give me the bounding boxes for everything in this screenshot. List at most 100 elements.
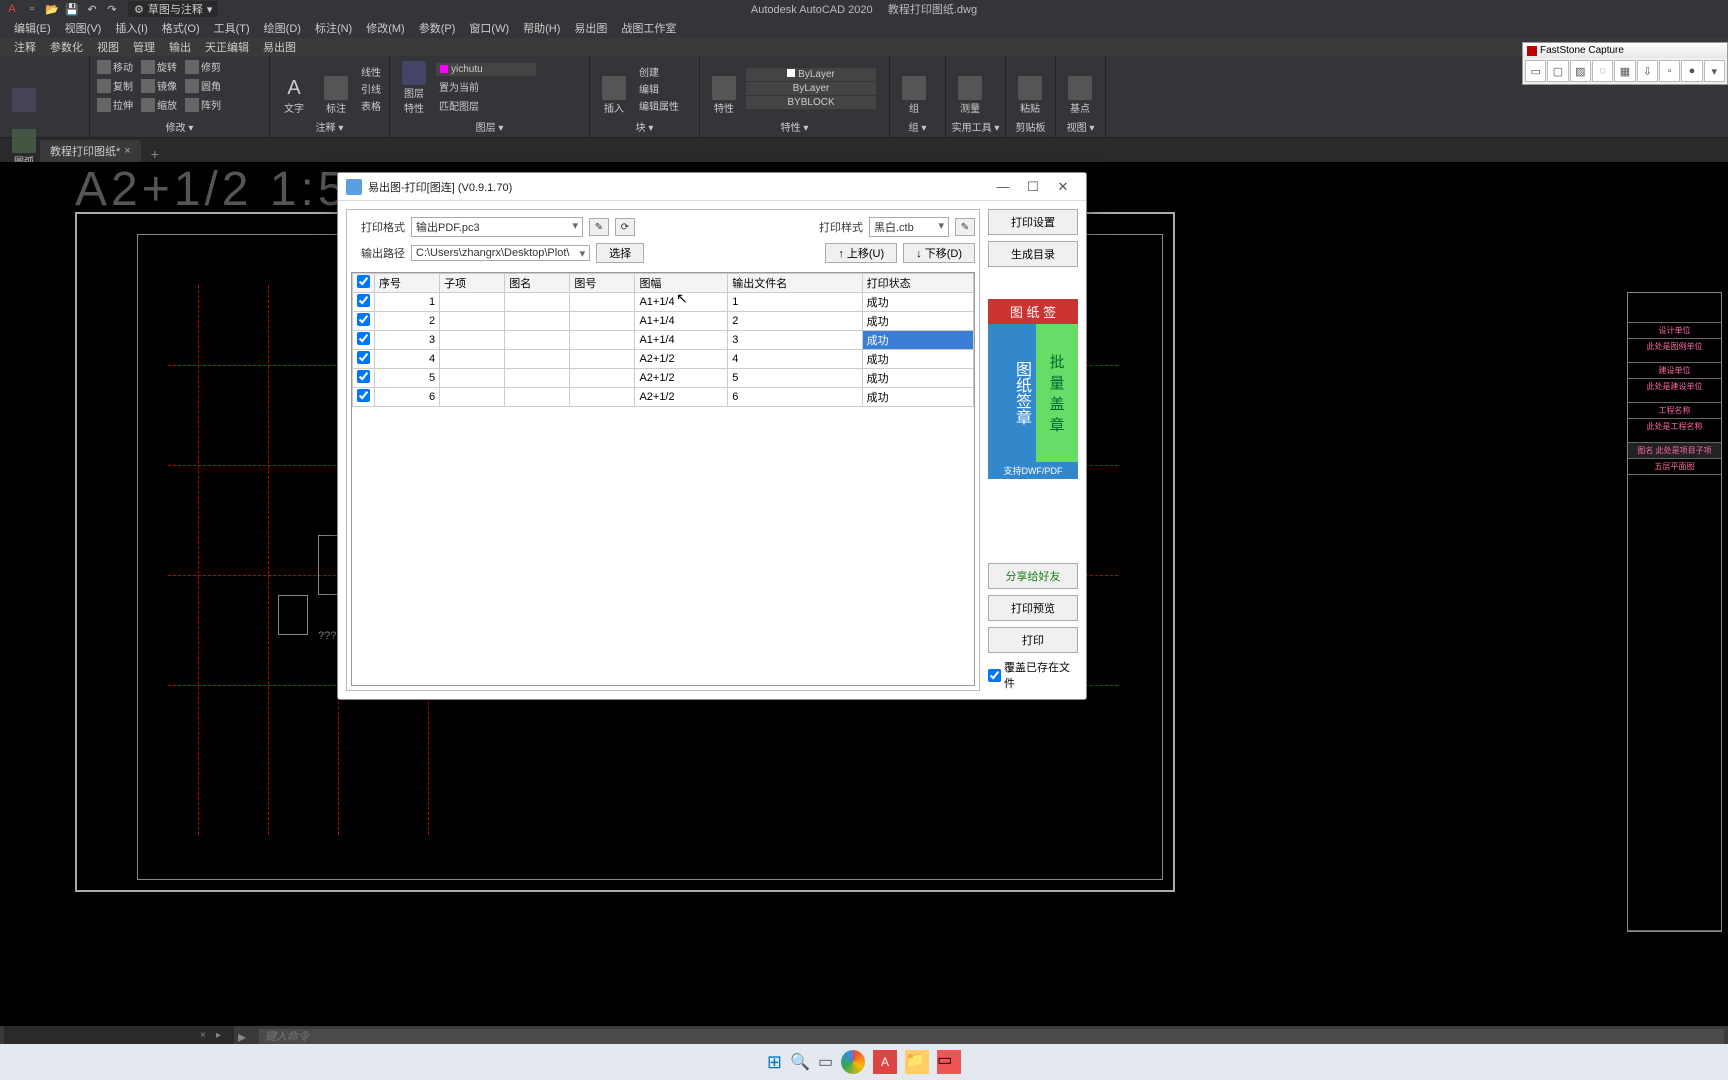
output-path-combo[interactable]: C:\Users\zhangrx\Desktop\Plot\ (411, 245, 590, 261)
menu-format[interactable]: 格式(O) (156, 18, 206, 38)
col-size[interactable]: 图幅 (635, 274, 728, 293)
minimize-button[interactable]: — (988, 177, 1018, 197)
arc-tool[interactable]: 圆弧 (4, 114, 44, 168)
task-view-button[interactable]: ▭ (818, 1052, 833, 1072)
panel-annotate-label[interactable]: 注释 ▾ (274, 118, 385, 135)
menu-zhantu[interactable]: 战图工作室 (615, 18, 682, 38)
edit-format-icon[interactable]: ✎ (589, 218, 609, 236)
panel-utils-label[interactable]: 实用工具 ▾ (950, 118, 1001, 135)
print-settings-button[interactable]: 打印设置 (988, 209, 1078, 235)
panel-clipboard-label[interactable]: 剪贴板 (1010, 118, 1051, 135)
basepoint-tool[interactable]: 基点 (1060, 61, 1100, 115)
undo-icon[interactable]: ↶ (84, 1, 100, 17)
panel-blocks-label[interactable]: 块 ▾ (594, 118, 695, 135)
autocad-taskbar-icon[interactable]: A (873, 1050, 897, 1074)
tab-manage[interactable]: 管理 (127, 38, 161, 56)
layer-props[interactable]: 图层 特性 (394, 61, 434, 115)
table-row[interactable]: 5 A2+1/25 成功 (353, 369, 974, 388)
table-row[interactable]: 6 A2+1/26 成功 (353, 388, 974, 407)
col-seq[interactable]: 序号 (375, 274, 440, 293)
command-input[interactable] (259, 1029, 1724, 1045)
explorer-icon[interactable]: 📁 (905, 1050, 929, 1074)
move-up-button[interactable]: ↑ 上移(U) (825, 243, 897, 263)
row-checkbox[interactable] (357, 370, 370, 383)
scale-tool[interactable]: 缩放 (138, 96, 180, 113)
close-icon[interactable]: × (124, 145, 130, 157)
panel-props-label[interactable]: 特性 ▾ (704, 118, 885, 135)
ad-banner[interactable]: 图 纸 签 图纸签章 批量盖章 支持DWF/PDF (988, 299, 1078, 479)
menu-yichutu[interactable]: 易出图 (568, 18, 613, 38)
menu-tools[interactable]: 工具(T) (208, 18, 256, 38)
trim-tool[interactable]: 修剪 (182, 58, 224, 75)
line-tool[interactable] (4, 58, 44, 112)
tab-view[interactable]: 视图 (91, 38, 125, 56)
menu-help[interactable]: 帮助(H) (517, 18, 566, 38)
row-checkbox[interactable] (357, 389, 370, 402)
open-icon[interactable]: 📂 (44, 1, 60, 17)
table-row[interactable]: 1 A1+1/41 成功 (353, 293, 974, 312)
layer-dropdown[interactable]: yichutu (436, 63, 536, 76)
row-checkbox[interactable] (357, 332, 370, 345)
row-checkbox[interactable] (357, 351, 370, 364)
capture-scroll-icon[interactable]: ⇩ (1637, 60, 1658, 82)
table-row[interactable]: 4 A2+1/24 成功 (353, 350, 974, 369)
col-out[interactable]: 输出文件名 (728, 274, 862, 293)
capture-fixed-icon[interactable]: ▫ (1659, 60, 1680, 82)
mirror-tool[interactable]: 镜像 (138, 77, 180, 94)
dialog-titlebar[interactable]: 易出图-打印[图连] (V0.9.1.70) — ☐ ✕ (338, 173, 1086, 201)
save-icon[interactable]: 💾 (64, 1, 80, 17)
settings-icon[interactable]: ▾ (1704, 60, 1725, 82)
group-tool[interactable]: 组 (894, 61, 934, 115)
chrome-icon[interactable] (841, 1050, 865, 1074)
col-name[interactable]: 图名 (505, 274, 570, 293)
redo-icon[interactable]: ↷ (104, 1, 120, 17)
move-tool[interactable]: 移动 (94, 58, 136, 75)
leader[interactable]: 引线 (358, 80, 384, 97)
row-checkbox[interactable] (357, 313, 370, 326)
print-preview-button[interactable]: 打印预览 (988, 595, 1078, 621)
linear-dim[interactable]: 线性 (358, 63, 384, 80)
record-icon[interactable]: ● (1681, 60, 1702, 82)
tab-yichutu[interactable]: 易出图 (257, 38, 302, 56)
color-dropdown[interactable]: ByLayer (746, 68, 876, 81)
properties[interactable]: 特性 (704, 61, 744, 115)
edit-block[interactable]: 编辑 (636, 80, 682, 97)
add-tab-button[interactable]: + (141, 146, 169, 162)
refresh-format-icon[interactable]: ⟳ (615, 218, 635, 236)
capture-rect-icon[interactable]: ▨ (1570, 60, 1591, 82)
menu-modify[interactable]: 修改(M) (360, 18, 411, 38)
tab-annotate[interactable]: 注释 (8, 38, 42, 56)
table-row[interactable]: 2 A1+1/42 成功 (353, 312, 974, 331)
print-button[interactable]: 打印 (988, 627, 1078, 653)
maximize-button[interactable]: ☐ (1018, 177, 1048, 197)
table-row[interactable]: 3 A1+1/43 成功 (353, 331, 974, 350)
capture-freehand-icon[interactable]: ◌ (1592, 60, 1613, 82)
linetype-dropdown[interactable]: BYBLOCK (746, 96, 876, 109)
tab-parametric[interactable]: 参数化 (44, 38, 89, 56)
edit-style-icon[interactable]: ✎ (955, 218, 975, 236)
print-format-combo[interactable]: 输出PDF.pc3 (411, 217, 583, 237)
select-path-button[interactable]: 选择 (596, 243, 644, 263)
array-tool[interactable]: 阵列 (182, 96, 224, 113)
capture-fullscreen-icon[interactable]: ▦ (1614, 60, 1635, 82)
col-sub[interactable]: 子项 (440, 274, 505, 293)
cmd-close-icon[interactable]: × (200, 1030, 214, 1044)
menu-view[interactable]: 视图(V) (59, 18, 108, 38)
tab-tianzheng[interactable]: 天正编辑 (199, 38, 255, 56)
menu-dimension[interactable]: 标注(N) (309, 18, 358, 38)
share-button[interactable]: 分享给好友 (988, 563, 1078, 589)
col-num[interactable]: 图号 (570, 274, 635, 293)
new-icon[interactable]: ▫ (24, 1, 40, 17)
tab-output[interactable]: 输出 (163, 38, 197, 56)
row-checkbox[interactable] (357, 294, 370, 307)
overwrite-checkbox[interactable] (988, 669, 1001, 682)
text-tool[interactable]: A文字 (274, 61, 314, 115)
col-status[interactable]: 打印状态 (862, 274, 973, 293)
generate-toc-button[interactable]: 生成目录 (988, 241, 1078, 267)
panel-modify-label[interactable]: 修改 ▾ (94, 118, 265, 135)
make-current[interactable]: 置为当前 (436, 78, 536, 95)
rotate-tool[interactable]: 旋转 (138, 58, 180, 75)
workspace-switcher[interactable]: ⚙ 草图与注释 ▾ (128, 1, 218, 17)
panel-layers-label[interactable]: 图层 ▾ (394, 118, 585, 135)
panel-group-label[interactable]: 组 ▾ (894, 118, 941, 135)
